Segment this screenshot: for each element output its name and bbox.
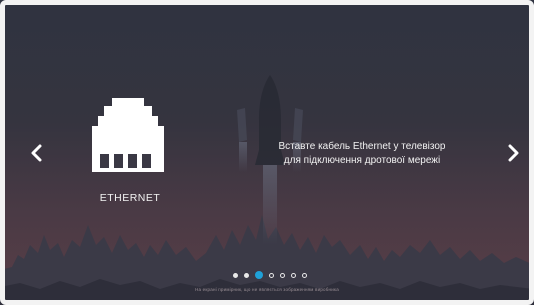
pagination-dot[interactable] [302, 272, 307, 278]
pagination-dot[interactable] [244, 272, 249, 278]
chevron-left-icon [31, 144, 42, 162]
ethernet-label: ETHERNET [99, 192, 161, 204]
instruction-line-2: для підключення дротової мережі [283, 155, 441, 166]
pagination-dot[interactable] [291, 272, 296, 278]
next-slide-button[interactable] [502, 142, 524, 164]
pagination-dot[interactable] [255, 271, 263, 279]
pagination-dots [233, 270, 307, 280]
chevron-right-icon [508, 144, 519, 162]
ethernet-port-icon [92, 98, 164, 172]
instruction-line-1: Вставте кабель Ethernet у телевізор [278, 141, 446, 152]
instruction-text: Вставте кабель Ethernet у телевізор для … [262, 140, 462, 168]
pagination-dot[interactable] [269, 272, 274, 278]
pagination-dot[interactable] [280, 272, 285, 278]
footer-disclaimer: На екрані примірник, що не являється зоб… [195, 287, 339, 292]
previous-slide-button[interactable] [26, 142, 48, 164]
pagination-dot[interactable] [233, 272, 238, 278]
ethernet-option [92, 98, 164, 177]
